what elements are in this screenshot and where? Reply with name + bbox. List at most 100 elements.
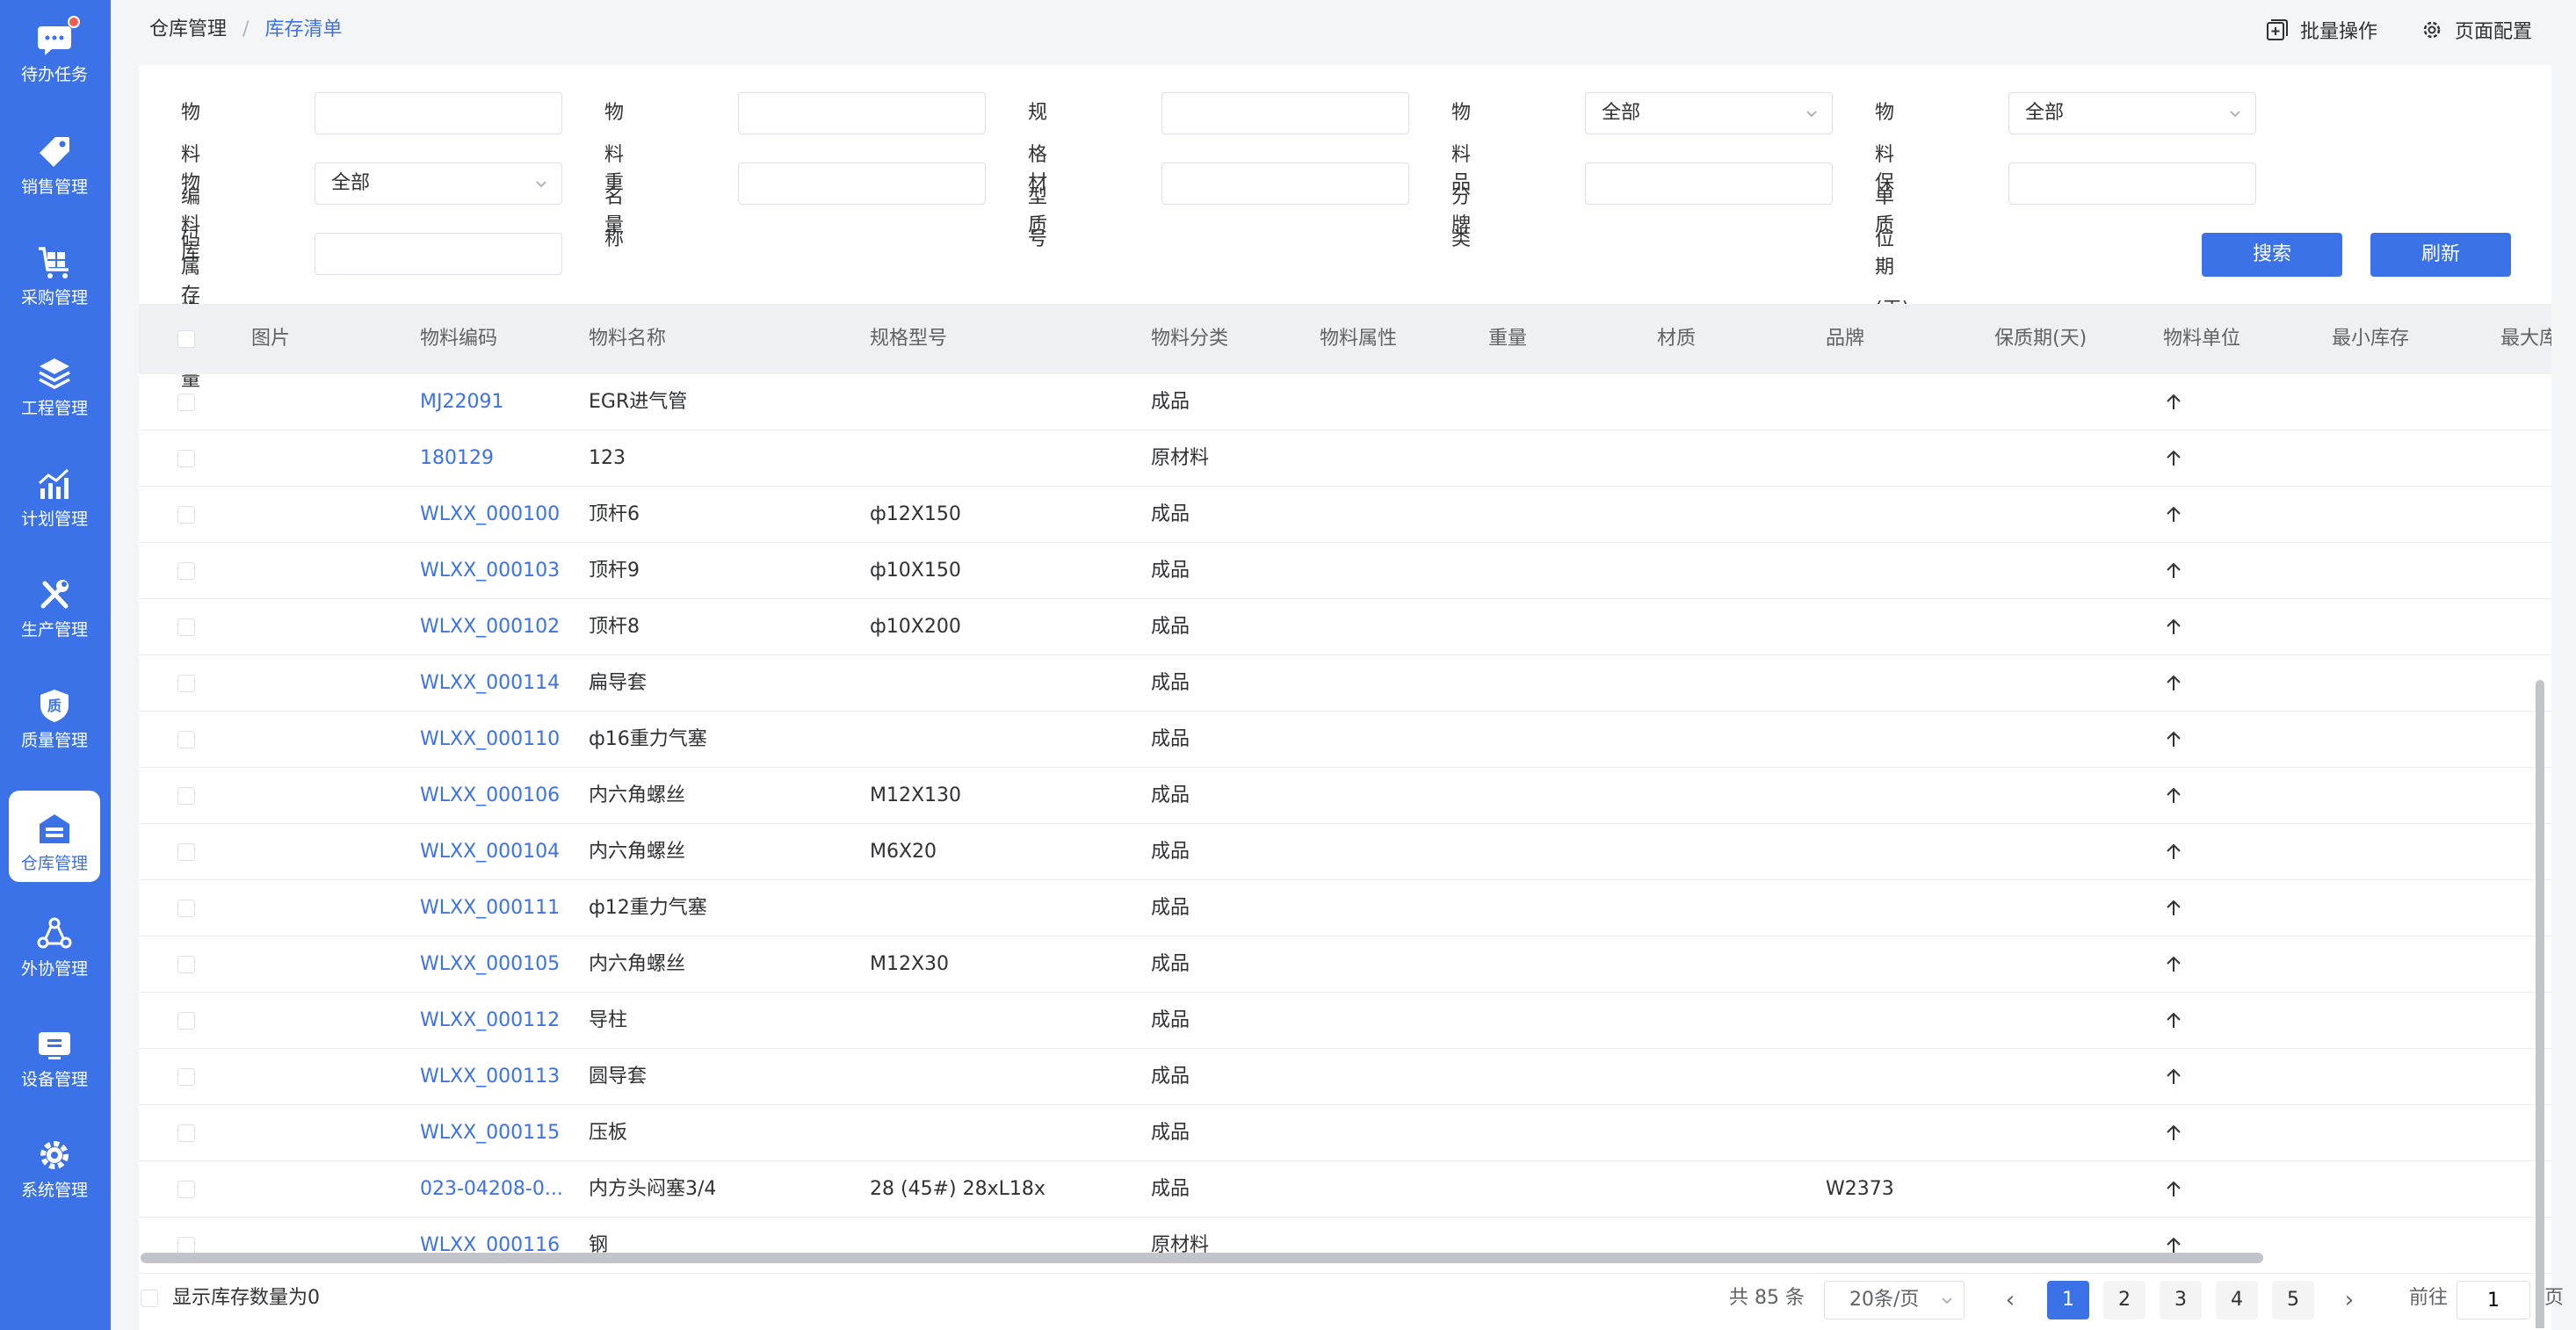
filter-name-input[interactable]	[738, 92, 986, 134]
row-checkbox[interactable]	[177, 1068, 195, 1086]
nav-item-outsourcing[interactable]: 外协管理	[9, 896, 100, 987]
goto-page-input[interactable]	[2457, 1281, 2530, 1319]
row-checkbox[interactable]	[177, 731, 195, 748]
row-checkbox[interactable]	[177, 618, 195, 636]
cell-code[interactable]: WLXX_000103	[420, 543, 560, 599]
nav-item-equipment[interactable]: 设备管理	[9, 1007, 100, 1098]
page-size-select[interactable]: 20条/页	[1824, 1281, 1965, 1319]
filter-shelf-input[interactable]	[2008, 163, 2256, 205]
cell-code[interactable]: WLXX_000115	[420, 1105, 560, 1161]
prev-page-button[interactable]: ‹	[1993, 1281, 2028, 1319]
filter-unit-select[interactable]: 全部	[2008, 92, 2256, 134]
search-button[interactable]: 搜索	[2202, 233, 2342, 277]
row-checkbox[interactable]	[177, 787, 195, 805]
table-row[interactable]: WLXX_000114 扁导套 成品	[139, 655, 2551, 712]
cell-code[interactable]: WLXX_000113	[420, 1049, 560, 1105]
nav-item-production[interactable]: 生产管理	[9, 557, 100, 648]
cell-code[interactable]: 180129	[420, 430, 494, 487]
table-row[interactable]: WLXX_000104 内六角螺丝 M6X20 成品	[139, 824, 2551, 880]
table-row[interactable]: WLXX_000116 钢 原材料	[139, 1218, 2551, 1274]
next-page-button[interactable]: ›	[2332, 1281, 2367, 1319]
cell-code[interactable]: WLXX_000112	[420, 993, 560, 1049]
page-5-button[interactable]: 5	[2272, 1281, 2314, 1319]
cell-code[interactable]: WLXX_000102	[420, 599, 560, 655]
filter-attr-select[interactable]: 全部	[315, 163, 562, 205]
nav-item-planning[interactable]: 计划管理	[9, 446, 100, 538]
page-1-button[interactable]: 1	[2047, 1281, 2089, 1319]
cell-code[interactable]: WLXX_000104	[420, 824, 560, 880]
batch-operation-button[interactable]: 批量操作	[2265, 16, 2377, 44]
refresh-button[interactable]: 刷新	[2370, 233, 2511, 277]
filter-category-select[interactable]: 全部	[1585, 92, 1833, 134]
cell-code[interactable]: WLXX_000100	[420, 487, 560, 543]
page-2-button[interactable]: 2	[2103, 1281, 2145, 1319]
nav-item-system[interactable]: 系统管理	[9, 1117, 100, 1209]
page-3-button[interactable]: 3	[2160, 1281, 2202, 1319]
row-checkbox[interactable]	[177, 900, 195, 917]
row-checkbox[interactable]	[177, 1012, 195, 1030]
col-header[interactable]: 规格型号	[870, 304, 947, 374]
row-checkbox[interactable]	[177, 843, 195, 861]
row-checkbox[interactable]	[177, 562, 195, 580]
col-header[interactable]: 最大库	[2500, 304, 2551, 374]
row-checkbox[interactable]	[177, 675, 195, 692]
col-header[interactable]: 材质	[1657, 304, 1696, 374]
filter-weight-input[interactable]	[738, 163, 986, 205]
row-checkbox[interactable]	[177, 450, 195, 467]
col-header[interactable]: 物料名称	[589, 304, 666, 374]
table-row[interactable]: WLXX_000102 顶杆8 ф10X200 成品	[139, 599, 2551, 655]
horizontal-scrollbar[interactable]	[141, 1253, 2263, 1263]
col-header[interactable]: 物料单位	[2163, 304, 2240, 374]
col-header[interactable]: 品牌	[1826, 304, 1864, 374]
cell-code[interactable]: WLXX_000116	[420, 1218, 560, 1274]
table-row[interactable]: 180129 123 原材料	[139, 430, 2551, 487]
table-row[interactable]: WLXX_000100 顶杆6 ф12X150 成品	[139, 487, 2551, 543]
nav-item-warehouse[interactable]: 仓库管理	[9, 791, 100, 882]
table-row[interactable]: WLXX_000112 导柱 成品	[139, 993, 2551, 1049]
breadcrumb-parent[interactable]: 仓库管理	[149, 18, 227, 40]
page-config-button[interactable]: 页面配置	[2420, 16, 2532, 44]
table-row[interactable]: WLXX_000113 圆导套 成品	[139, 1049, 2551, 1105]
row-checkbox[interactable]	[177, 1124, 195, 1142]
cell-code[interactable]: WLXX_000111	[420, 880, 560, 936]
col-header[interactable]: 物料属性	[1320, 304, 1397, 374]
row-checkbox[interactable]	[177, 1237, 195, 1254]
col-header[interactable]: 图片	[251, 304, 290, 374]
filter-spec-input[interactable]	[1161, 92, 1409, 134]
nav-item-quality[interactable]: 质 质量管理	[9, 668, 100, 759]
nav-item-engineering[interactable]: 工程管理	[9, 336, 100, 427]
table-row[interactable]: WLXX_000115 压板 成品	[139, 1105, 2551, 1161]
page-4-button[interactable]: 4	[2216, 1281, 2258, 1319]
table-row[interactable]: WLXX_000103 顶杆9 ф10X150 成品	[139, 543, 2551, 599]
nav-item-sales[interactable]: 销售管理	[9, 114, 100, 206]
table-row[interactable]: 023-04208-0... 内方头闷塞3/4 28 (45#) 28xL18x 成品…	[139, 1161, 2551, 1218]
cell-code[interactable]: WLXX_000105	[420, 936, 560, 993]
filter-stock-input[interactable]	[315, 233, 562, 275]
row-checkbox[interactable]	[177, 1181, 195, 1198]
row-checkbox[interactable]	[177, 394, 195, 411]
cell-code[interactable]: MJ22091	[420, 374, 503, 430]
table-row[interactable]: WLXX_000106 内六角螺丝 M12X130 成品	[139, 768, 2551, 824]
select-all-checkbox[interactable]	[177, 330, 195, 348]
filter-code-input[interactable]	[315, 92, 562, 134]
table-row[interactable]: WLXX_000105 内六角螺丝 M12X30 成品	[139, 936, 2551, 993]
col-header[interactable]: 重量	[1488, 304, 1527, 374]
nav-item-todo[interactable]: 待办任务	[9, 2, 100, 93]
col-header[interactable]: 保质期(天)	[1994, 304, 2087, 374]
vertical-scrollbar[interactable]	[2536, 680, 2544, 1328]
cell-code[interactable]: WLXX_000106	[420, 768, 560, 824]
cell-code[interactable]: 023-04208-0...	[420, 1161, 563, 1218]
col-header[interactable]: 物料分类	[1151, 304, 1228, 374]
filter-brand-input[interactable]	[1585, 163, 1833, 205]
cell-code[interactable]: WLXX_000114	[420, 655, 560, 712]
table-row[interactable]: WLXX_000111 ф12重力气塞 成品	[139, 880, 2551, 936]
col-header[interactable]: 物料编码	[420, 304, 497, 374]
nav-item-purchase[interactable]: 采购管理	[9, 225, 100, 316]
col-header[interactable]: 最小库存	[2332, 304, 2409, 374]
row-checkbox[interactable]	[177, 506, 195, 524]
row-checkbox[interactable]	[177, 956, 195, 973]
filter-material-input[interactable]	[1161, 163, 1409, 205]
table-row[interactable]: MJ22091 EGR进气管 成品	[139, 374, 2551, 430]
cell-code[interactable]: WLXX_000110	[420, 712, 560, 768]
show-zero-stock-checkbox[interactable]	[141, 1290, 158, 1307]
